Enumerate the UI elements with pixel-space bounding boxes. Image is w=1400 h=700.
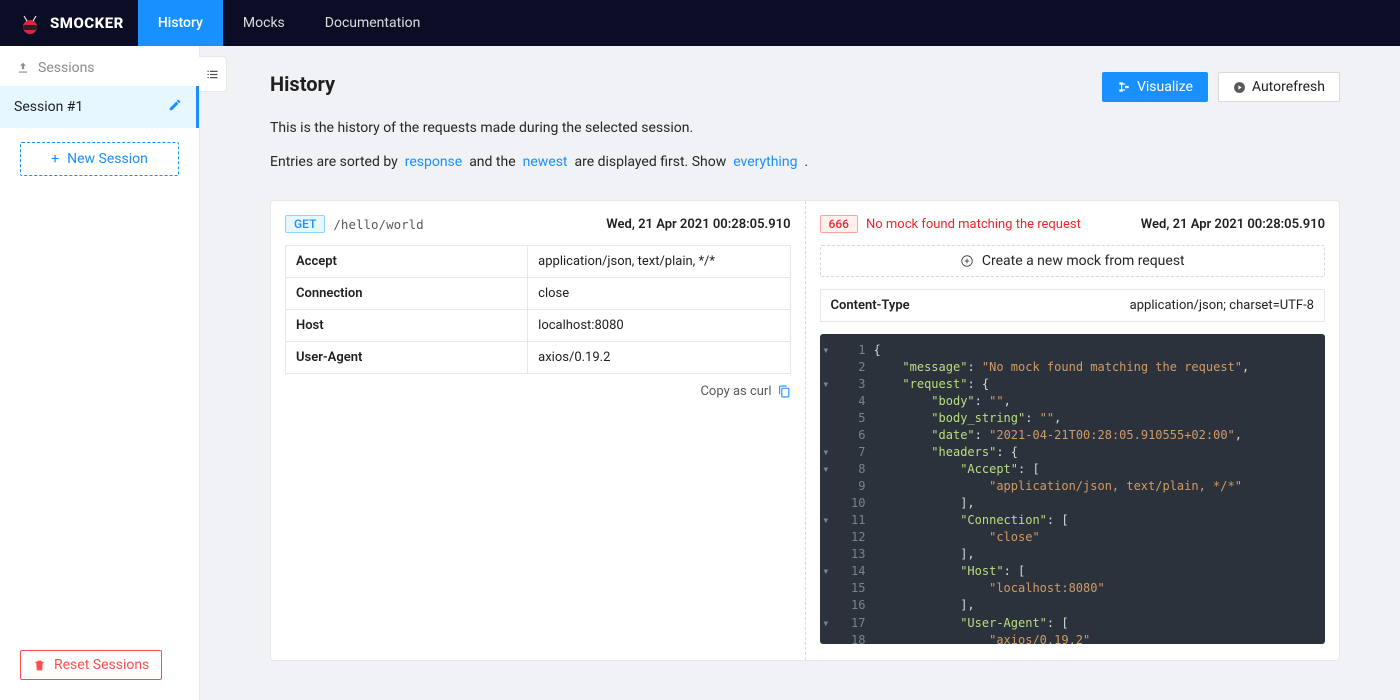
- play-circle-icon: [1233, 81, 1246, 94]
- response-body-code[interactable]: ▾1{2 "message": "No mock found matching …: [820, 334, 1326, 644]
- trash-icon: [33, 659, 46, 672]
- sidebar-title: Sessions: [38, 60, 95, 76]
- autorefresh-label: Autorefresh: [1252, 79, 1325, 95]
- plus-circle-icon: [960, 254, 974, 268]
- diagram-icon: [1117, 80, 1131, 94]
- nav-documentation[interactable]: Documentation: [305, 0, 441, 46]
- copy-curl-label: Copy as curl: [700, 384, 771, 399]
- header-key: Accept: [286, 246, 528, 278]
- create-mock-label: Create a new mock from request: [982, 253, 1185, 269]
- brand-logo-icon: [18, 11, 42, 35]
- reset-sessions-button[interactable]: Reset Sessions: [20, 650, 162, 680]
- header-key: Host: [286, 310, 528, 342]
- response-header-row: Content-Type application/json; charset=U…: [820, 289, 1326, 322]
- error-message: No mock found matching the request: [866, 217, 1081, 232]
- sidebar: Sessions Session #1 + New Session Reset …: [0, 46, 200, 700]
- page-description: This is the history of the requests made…: [270, 120, 1340, 170]
- filter-dropdown[interactable]: everything: [733, 154, 797, 170]
- brand-text: SMOCKER: [50, 14, 124, 32]
- session-name: Session #1: [14, 99, 83, 115]
- status-badge: 666: [820, 215, 858, 233]
- request-path: /hello/world: [333, 217, 423, 232]
- header-value: application/json, text/plain, */*: [528, 246, 790, 278]
- copy-as-curl-button[interactable]: Copy as curl: [285, 384, 791, 399]
- table-row: Connectionclose: [286, 278, 791, 310]
- visualize-button[interactable]: Visualize: [1102, 72, 1208, 102]
- menu-list-icon: [205, 67, 220, 82]
- table-row: Acceptapplication/json, text/plain, */*: [286, 246, 791, 278]
- sidebar-header: Sessions: [0, 46, 199, 86]
- response-panel: 666 No mock found matching the request W…: [806, 201, 1340, 660]
- nav-mocks[interactable]: Mocks: [223, 0, 305, 46]
- reset-sessions-label: Reset Sessions: [54, 657, 149, 673]
- response-header-value: application/json; charset=UTF-8: [1130, 298, 1314, 313]
- request-headers-table: Acceptapplication/json, text/plain, */*C…: [285, 245, 791, 374]
- upload-icon[interactable]: [16, 61, 30, 75]
- brand: SMOCKER: [0, 14, 138, 32]
- top-nav: SMOCKER HistoryMocksDocumentation: [0, 0, 1400, 46]
- plus-icon: +: [51, 151, 59, 167]
- sort-order-dropdown[interactable]: newest: [523, 154, 568, 170]
- table-row: User-Agentaxios/0.19.2: [286, 342, 791, 374]
- sort-by-dropdown[interactable]: response: [405, 154, 463, 170]
- edit-session-icon[interactable]: [168, 98, 182, 116]
- request-panel: GET /hello/world Wed, 21 Apr 2021 00:28:…: [271, 201, 806, 660]
- header-value: close: [528, 278, 790, 310]
- copy-icon: [778, 385, 791, 398]
- header-key: User-Agent: [286, 342, 528, 374]
- create-mock-button[interactable]: Create a new mock from request: [820, 245, 1326, 277]
- table-row: Hostlocalhost:8080: [286, 310, 791, 342]
- autorefresh-button[interactable]: Autorefresh: [1218, 72, 1340, 102]
- request-timestamp: Wed, 21 Apr 2021 00:28:05.910: [606, 217, 790, 232]
- nav-history[interactable]: History: [138, 0, 223, 46]
- history-entry: GET /hello/world Wed, 21 Apr 2021 00:28:…: [270, 200, 1340, 661]
- collapse-sidebar-button[interactable]: [199, 56, 227, 92]
- page-desc-line1: This is the history of the requests made…: [270, 120, 1340, 136]
- response-timestamp: Wed, 21 Apr 2021 00:28:05.910: [1141, 217, 1325, 232]
- response-header-key: Content-Type: [831, 298, 910, 313]
- header-value: localhost:8080: [528, 310, 790, 342]
- method-badge: GET: [285, 215, 325, 233]
- new-session-button[interactable]: + New Session: [20, 142, 179, 176]
- header-key: Connection: [286, 278, 528, 310]
- main-content: History Visualize Autorefresh This is th…: [200, 46, 1400, 700]
- page-title: History: [270, 72, 335, 96]
- visualize-label: Visualize: [1137, 79, 1193, 95]
- header-value: axios/0.19.2: [528, 342, 790, 374]
- page-desc-line2: Entries are sorted by response and the n…: [270, 154, 1340, 170]
- new-session-label: New Session: [67, 151, 148, 167]
- sidebar-session-item[interactable]: Session #1: [0, 86, 199, 128]
